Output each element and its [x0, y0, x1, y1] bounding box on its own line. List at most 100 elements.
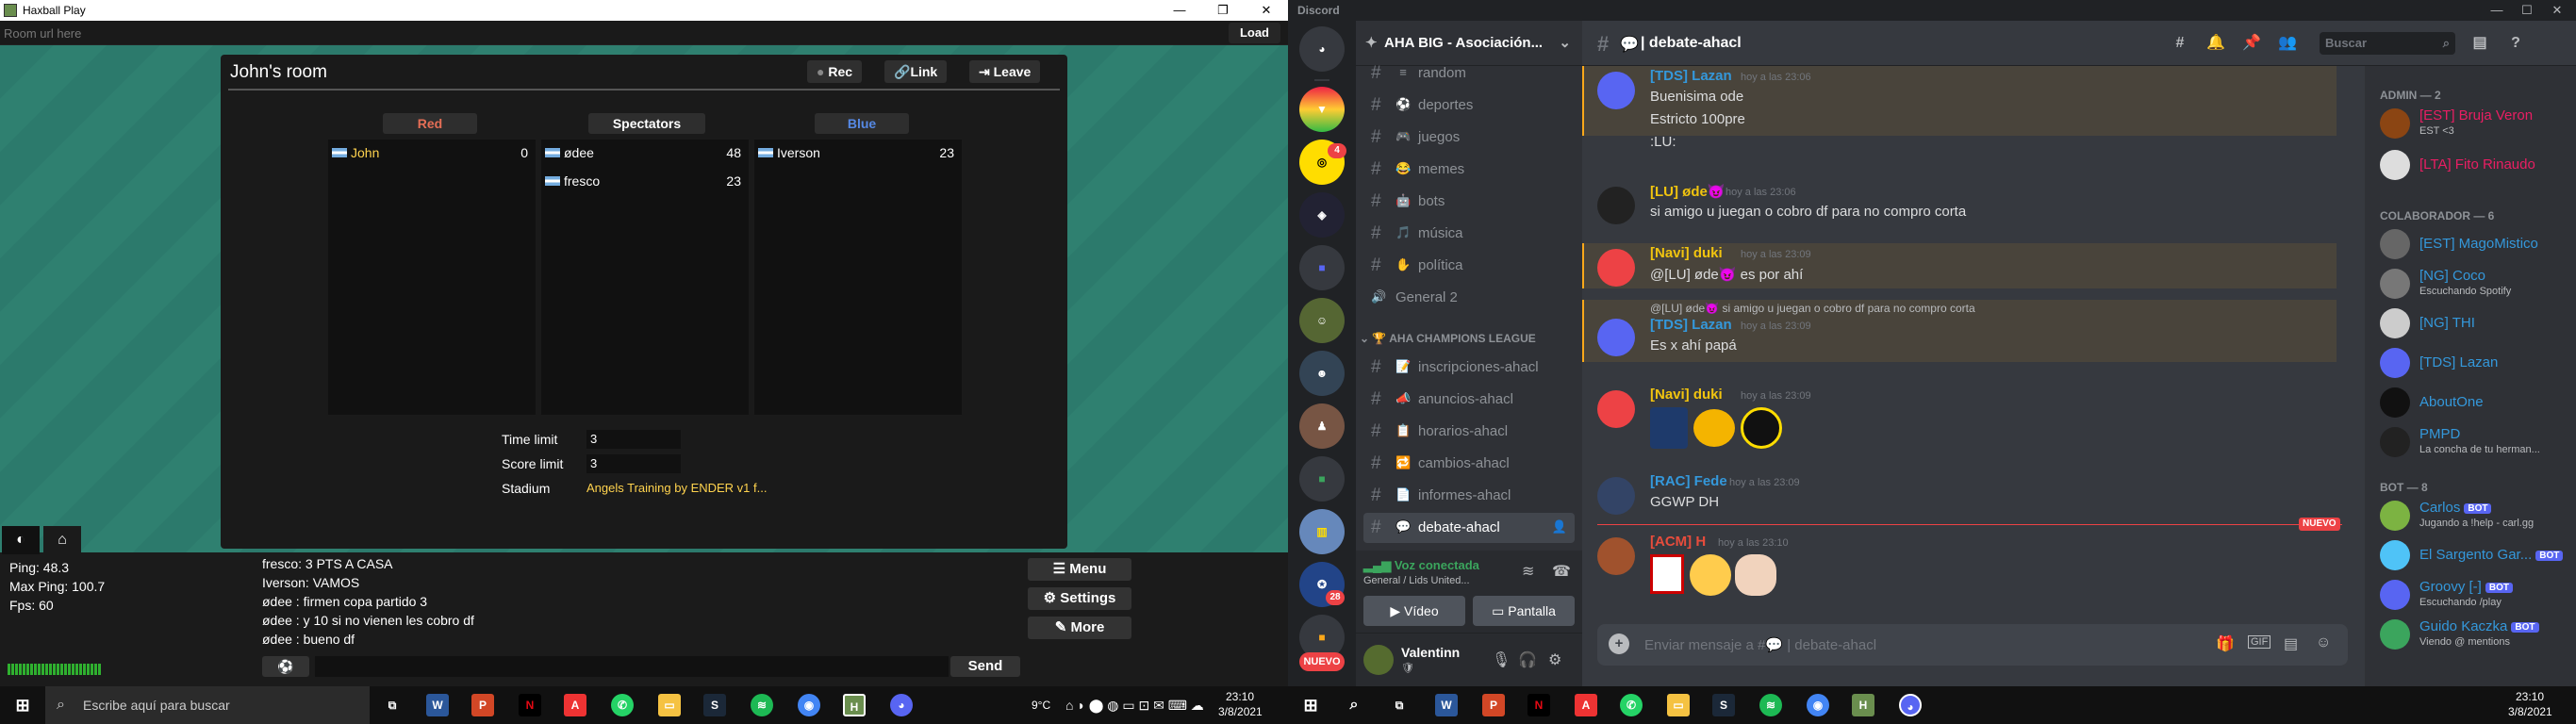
steam-icon[interactable]: S — [1712, 694, 1735, 716]
netflix-icon[interactable]: N — [519, 694, 541, 716]
voice-channel-name[interactable]: General / Lids United... — [1363, 575, 1470, 586]
server-icon[interactable]: ◈ — [1299, 192, 1345, 238]
stadium-picker[interactable]: Angels Training by ENDER v1 f... — [586, 481, 767, 495]
task-view-icon[interactable]: ⧉ — [381, 694, 404, 716]
avatar[interactable] — [1597, 319, 1635, 356]
channel-random[interactable]: # ≡ random — [1363, 58, 1575, 89]
custom-emoji[interactable] — [1741, 407, 1782, 449]
headphones-icon[interactable]: 🎧 — [1518, 650, 1537, 669]
custom-emoji[interactable] — [1735, 554, 1776, 596]
sticker-icon[interactable]: ▤ — [2284, 634, 2298, 653]
screen-share-button[interactable]: ▭ Pantalla — [1473, 596, 1575, 626]
channel-musica[interactable]: # 🎵 música — [1363, 219, 1575, 249]
message-author[interactable]: [ACM] H — [1650, 534, 1706, 550]
new-unreads-pill[interactable]: NUEVO — [1299, 652, 1345, 671]
powerpoint-icon[interactable]: P — [471, 694, 494, 716]
task-view-icon[interactable]: ⧉ — [1388, 694, 1411, 716]
load-button[interactable]: Load — [1228, 23, 1280, 43]
member-item[interactable]: [NG] Coco Escuchando Spotify — [2372, 264, 2570, 304]
avatar[interactable] — [1597, 249, 1635, 287]
bell-icon[interactable]: 🔔 — [2206, 34, 2225, 53]
gif-icon[interactable]: GIF — [2248, 635, 2271, 649]
channel-debate-ahacl[interactable]: # 💬 debate-ahacl 👤 — [1363, 513, 1575, 543]
threads-icon[interactable]: # — [2171, 34, 2189, 53]
leave-button[interactable]: ⇥ Leave — [969, 60, 1041, 83]
netflix-icon[interactable]: N — [1527, 694, 1550, 716]
time-limit-field[interactable]: 3 — [586, 430, 681, 449]
add-member-icon[interactable]: 👤 — [1552, 519, 1567, 535]
channel-juegos[interactable]: # 🎮 juegos — [1363, 123, 1575, 153]
custom-emoji[interactable] — [1650, 407, 1688, 449]
folder-icon[interactable]: ■ — [1299, 456, 1345, 502]
file-explorer-icon[interactable]: ▭ — [1667, 694, 1690, 716]
message-author[interactable]: [TDS] Lazan — [1650, 317, 1732, 333]
category-header[interactable]: ⌄ 🏆 AHA CHAMPIONS LEAGUE — [1360, 332, 1536, 345]
word-icon[interactable]: W — [1435, 694, 1458, 716]
avatar[interactable] — [1597, 72, 1635, 109]
powerpoint-icon[interactable]: P — [1482, 694, 1505, 716]
channel-informes-ahacl[interactable]: # 📄 informes-ahacl — [1363, 481, 1575, 511]
settings-button[interactable]: ⚙ Settings — [1028, 587, 1131, 610]
home-tab-icon[interactable]: ⌂ — [43, 526, 81, 554]
close-icon[interactable]: ✕ — [2542, 0, 2572, 21]
send-button[interactable]: Send — [950, 656, 1020, 677]
custom-emoji[interactable] — [1650, 554, 1684, 594]
message-author[interactable]: [TDS] Lazan — [1650, 68, 1732, 84]
clock-time[interactable]: 23:10 — [1226, 690, 1254, 703]
spectators-header[interactable]: Spectators — [588, 113, 705, 134]
avatar[interactable] — [1597, 477, 1635, 515]
windows-start-icon[interactable]: ⊞ — [11, 694, 34, 716]
channel-bots[interactable]: # 🤖 bots — [1363, 187, 1575, 217]
member-item[interactable]: El Sargento Gar... BOT — [2372, 535, 2570, 575]
voice-channel-general-2[interactable]: 🔊 General 2 — [1363, 283, 1575, 313]
avatar[interactable] — [1597, 390, 1635, 428]
haxball-taskbar-icon[interactable]: H — [1852, 694, 1874, 716]
channel-deportes[interactable]: # ⚽ deportes — [1363, 90, 1575, 121]
channel-horarios-ahacl[interactable]: # 📋 horarios-ahacl — [1363, 417, 1575, 447]
emoji-icon[interactable]: ☺ — [2316, 634, 2331, 651]
room-url-input[interactable]: Room url here — [4, 26, 81, 41]
message-author[interactable]: [Navi] duki — [1650, 387, 1723, 403]
channel-memes[interactable]: # 😂 memes — [1363, 155, 1575, 185]
home-discord-icon[interactable]: ◕ — [1299, 26, 1345, 72]
server-icon[interactable]: ♟ — [1299, 403, 1345, 449]
member-item[interactable]: Guido Kaczka BOT Viendo @ mentions — [2372, 615, 2570, 654]
search-icon[interactable]: ⌕ — [1343, 694, 1365, 716]
minimize-icon[interactable]: — — [1158, 0, 1201, 21]
custom-emoji[interactable] — [1693, 409, 1735, 447]
word-icon[interactable]: W — [426, 694, 449, 716]
server-icon[interactable]: ▼ — [1299, 87, 1345, 132]
folder-icon[interactable]: ■ — [1299, 245, 1345, 290]
player-john[interactable]: John 0 — [332, 143, 532, 162]
custom-emoji[interactable] — [1690, 554, 1731, 596]
clock-date[interactable]: 3/8/2021 — [1218, 705, 1263, 718]
ball-tab-icon[interactable]: ◐ — [2, 526, 40, 554]
steam-icon[interactable]: S — [703, 694, 726, 716]
server-icon[interactable]: ☺ — [1299, 298, 1345, 343]
avatar[interactable] — [1597, 537, 1635, 575]
server-icon[interactable]: ☻ — [1299, 351, 1345, 396]
microphone-icon[interactable]: 🎙 — [1492, 650, 1511, 669]
taskbar-search[interactable]: ⌕ Escribe aquí para buscar — [45, 686, 370, 724]
member-item[interactable]: [EST] MagoMistico — [2372, 224, 2570, 264]
maximize-icon[interactable]: ❐ — [1201, 0, 1245, 21]
more-button[interactable]: ✎ More — [1028, 617, 1131, 639]
message-author[interactable]: [Navi] duki — [1650, 245, 1723, 261]
windows-start-icon[interactable]: ⊞ — [1299, 694, 1322, 716]
member-item[interactable]: [NG] THI — [2372, 304, 2570, 343]
file-explorer-icon[interactable]: ▭ — [658, 694, 681, 716]
member-item[interactable]: AboutOne — [2372, 383, 2570, 422]
member-item[interactable]: [LTA] Fito Rinaudo — [2372, 145, 2570, 185]
member-item[interactable]: [EST] Bruja Veron EST <3 — [2372, 104, 2570, 143]
channel-politica[interactable]: # ✋ política — [1363, 251, 1575, 281]
gift-icon[interactable]: 🎁 — [2216, 634, 2235, 653]
member-item[interactable]: Carlos BOT Jugando a !help - carl.gg — [2372, 496, 2570, 535]
member-item[interactable]: Groovy [-] BOT Escuchando /play — [2372, 575, 2570, 615]
inbox-icon[interactable]: ▤ — [2470, 34, 2489, 53]
maximize-icon[interactable]: ☐ — [2512, 0, 2542, 21]
player-iverson[interactable]: Iverson 23 — [758, 143, 958, 162]
channel-anuncios-ahacl[interactable]: # 📣 anuncios-ahacl — [1363, 385, 1575, 415]
score-limit-field[interactable]: 3 — [586, 454, 681, 473]
ball-emoji-button[interactable]: ⚽ — [262, 656, 309, 677]
message-input[interactable]: + Enviar mensaje a #💬 | debate-ahacl 🎁 G… — [1597, 624, 2348, 666]
